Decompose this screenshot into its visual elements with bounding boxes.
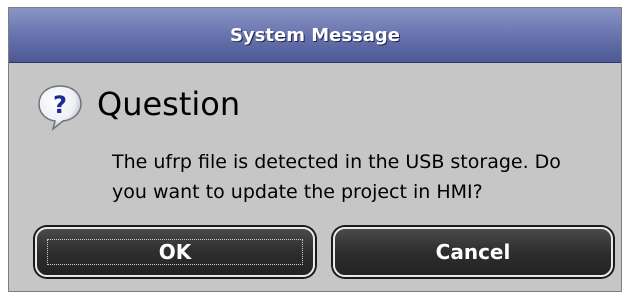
svg-text:?: ? bbox=[53, 91, 67, 119]
cancel-button-label: Cancel bbox=[435, 240, 511, 264]
ok-button[interactable]: OK bbox=[35, 227, 315, 277]
ok-button-label: OK bbox=[158, 240, 192, 264]
message-line: you want to update the project in HMI? bbox=[112, 181, 483, 203]
question-icon: ? bbox=[38, 85, 82, 131]
dialog-heading: Question bbox=[97, 85, 241, 123]
message-line: The ufrp file is detected in the USB sto… bbox=[112, 151, 561, 173]
dialog-message: The ufrp file is detected in the USB sto… bbox=[112, 147, 592, 207]
title-bar[interactable]: System Message bbox=[9, 8, 621, 63]
dialog-title: System Message bbox=[229, 25, 401, 46]
system-message-dialog: System Message ? Question The ufrp file … bbox=[8, 7, 622, 292]
cancel-button[interactable]: Cancel bbox=[333, 227, 613, 277]
